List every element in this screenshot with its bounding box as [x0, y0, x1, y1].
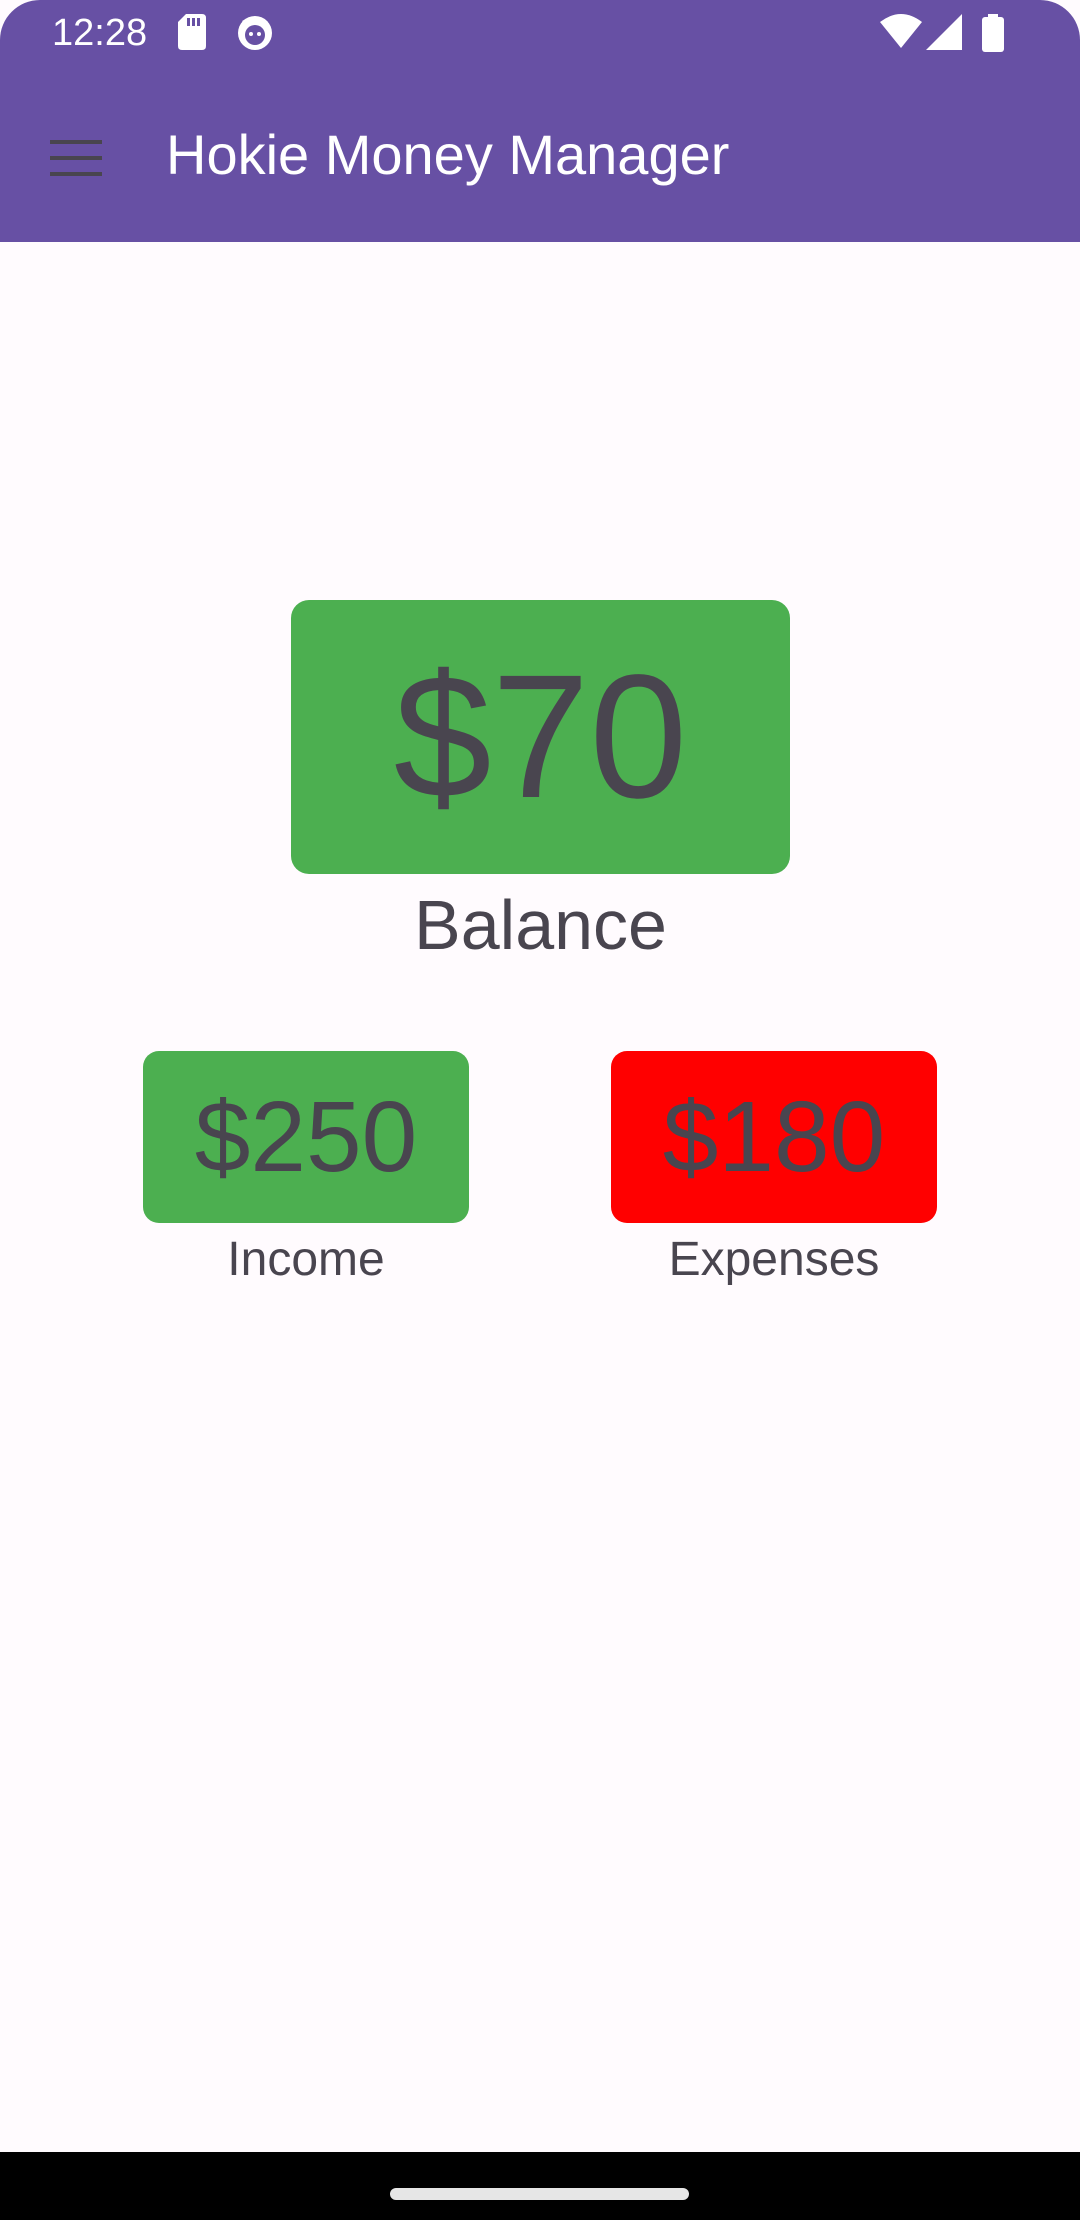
income-amount-box[interactable]: $250: [143, 1051, 469, 1223]
balance-amount: $70: [393, 639, 688, 835]
home-gesture-handle[interactable]: [390, 2188, 689, 2200]
expenses-amount-box[interactable]: $180: [611, 1051, 937, 1223]
menu-button[interactable]: [36, 118, 116, 198]
battery-icon: [982, 14, 1004, 52]
balance-amount-box[interactable]: $70: [291, 600, 790, 874]
android-face-icon: [238, 16, 272, 50]
expenses-amount: $180: [662, 1080, 886, 1193]
app-bar: Hokie Money Manager: [0, 68, 1080, 242]
expenses-label: Expenses: [668, 1233, 880, 1286]
income-amount: $250: [194, 1080, 418, 1193]
income-label: Income: [227, 1233, 385, 1286]
sd-card-icon: [178, 14, 206, 50]
cell-signal-icon: [926, 14, 962, 50]
status-bar: 12:28: [0, 0, 1080, 68]
status-time: 12:28: [52, 12, 148, 54]
menu-icon: [50, 140, 102, 176]
wifi-icon: [880, 14, 922, 48]
app-title: Hokie Money Manager: [166, 123, 730, 186]
navigation-bar: [0, 2152, 1080, 2220]
balance-label: Balance: [414, 886, 667, 964]
